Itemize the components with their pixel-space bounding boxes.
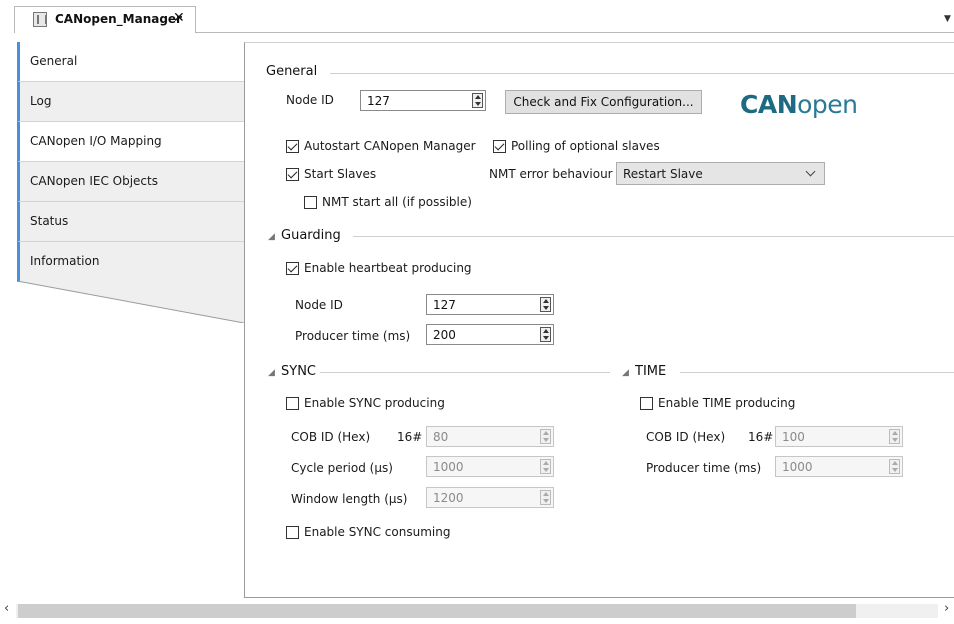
cycle-period-stepper[interactable]: 1000 [426, 456, 554, 477]
document-tab[interactable]: CANopen_Manager ✕ [14, 6, 196, 33]
enable-heartbeat-label: Enable heartbeat producing [304, 261, 472, 275]
autostart-checkbox[interactable] [286, 140, 299, 153]
nmt-start-all-label: NMT start all (if possible) [322, 195, 472, 209]
time-producer-time-value: 1000 [782, 460, 813, 474]
tab-information[interactable]: Information [17, 242, 244, 282]
time-cob-id-stepper[interactable]: 100 [775, 426, 903, 447]
time-cob-id-label: COB ID (Hex) [646, 430, 726, 444]
section-divider [330, 73, 954, 74]
stepper-arrows-icon[interactable] [540, 327, 551, 342]
tab-label: Log [30, 94, 52, 108]
collapse-triangle-icon[interactable]: ◢ [268, 232, 275, 242]
node-id-label: Node ID [286, 93, 334, 107]
tab-log[interactable]: Log [17, 82, 244, 122]
window-length-label: Window length (µs) [291, 492, 408, 506]
horizontal-scrollbar[interactable]: ‹ › [0, 598, 954, 624]
tab-strip-divider [196, 32, 954, 33]
node-id-stepper[interactable]: 127 [360, 90, 486, 111]
window-length-value: 1200 [433, 491, 464, 505]
guarding-section-title: Guarding [281, 228, 341, 243]
tab-general[interactable]: General [17, 42, 244, 82]
enable-sync-consuming-checkbox[interactable] [286, 526, 299, 539]
scrollbar-thumb[interactable] [18, 604, 856, 618]
tab-label: Information [30, 254, 100, 268]
document-tab-strip: CANopen_Manager ✕ ▼ [0, 0, 954, 40]
tab-overflow-chevron-down-icon[interactable]: ▼ [944, 14, 951, 24]
stepper-arrows-icon[interactable] [889, 429, 900, 444]
tab-canopen-io-mapping[interactable]: CANopen I/O Mapping [17, 122, 244, 162]
enable-sync-producing-checkbox[interactable] [286, 397, 299, 410]
tab-label: CANopen IEC Objects [30, 174, 158, 188]
content-panel [244, 42, 954, 598]
stepper-arrows-icon[interactable] [540, 297, 551, 312]
guarding-node-id-stepper[interactable]: 127 [426, 294, 554, 315]
sync-section-title: SYNC [281, 364, 316, 379]
check-fix-configuration-button[interactable]: Check and Fix Configuration... [505, 90, 702, 114]
close-icon[interactable]: ✕ [173, 10, 185, 26]
sync-cob-id-value: 80 [433, 430, 449, 444]
stepper-arrows-icon[interactable] [889, 459, 900, 474]
enable-time-producing-checkbox[interactable] [640, 397, 653, 410]
sync-cob-id-stepper[interactable]: 80 [426, 426, 554, 447]
time-producer-time-stepper[interactable]: 1000 [775, 456, 903, 477]
scroll-right-icon[interactable]: › [944, 601, 949, 616]
producer-time-value: 200 [433, 328, 456, 342]
tab-canopen-iec-objects[interactable]: CANopen IEC Objects [17, 162, 244, 202]
stepper-arrows-icon[interactable] [540, 490, 551, 505]
nmt-error-behaviour-label: NMT error behaviour [489, 167, 613, 181]
stepper-arrows-icon[interactable] [540, 429, 551, 444]
sync-cob-id-prefix: 16# [397, 430, 423, 444]
nmt-error-behaviour-value: Restart Slave [623, 167, 703, 181]
node-id-value: 127 [367, 94, 390, 108]
enable-sync-consuming-label: Enable SYNC consuming [304, 525, 451, 539]
tab-list-end-shape [17, 281, 244, 323]
canopen-logo: CANopen [740, 90, 858, 119]
section-divider [353, 236, 954, 237]
tab-status[interactable]: Status [17, 202, 244, 242]
section-divider [680, 372, 954, 373]
time-producer-time-label: Producer time (ms) [646, 461, 762, 475]
window-length-stepper[interactable]: 1200 [426, 487, 554, 508]
guarding-node-id-value: 127 [433, 298, 456, 312]
enable-heartbeat-checkbox[interactable] [286, 262, 299, 275]
collapse-triangle-icon[interactable]: ◢ [268, 368, 275, 378]
stepper-arrows-icon[interactable] [472, 93, 483, 108]
device-icon [33, 12, 47, 27]
section-divider [320, 372, 610, 373]
sync-cob-id-label: COB ID (Hex) [291, 430, 371, 444]
autostart-label: Autostart CANopen Manager [304, 139, 476, 153]
time-cob-id-prefix: 16# [748, 430, 774, 444]
tab-label: CANopen I/O Mapping [30, 134, 162, 148]
cycle-period-label: Cycle period (µs) [291, 461, 393, 475]
producer-time-stepper[interactable]: 200 [426, 324, 554, 345]
document-tab-title: CANopen_Manager [55, 12, 182, 26]
tab-label: General [30, 54, 78, 68]
cycle-period-value: 1000 [433, 460, 464, 474]
producer-time-label: Producer time (ms) [295, 329, 411, 343]
polling-optional-slaves-label: Polling of optional slaves [511, 139, 660, 153]
scroll-left-icon[interactable]: ‹ [4, 601, 9, 616]
collapse-triangle-icon[interactable]: ◢ [622, 368, 629, 378]
polling-optional-slaves-checkbox[interactable] [493, 140, 506, 153]
time-section-title: TIME [635, 364, 667, 379]
general-section-title: General [266, 64, 318, 79]
time-cob-id-value: 100 [782, 430, 805, 444]
start-slaves-checkbox[interactable] [286, 168, 299, 181]
start-slaves-label: Start Slaves [304, 167, 377, 181]
guarding-node-id-label: Node ID [295, 298, 343, 312]
nmt-error-behaviour-select[interactable]: Restart Slave [616, 162, 825, 185]
tab-label: Status [30, 214, 69, 228]
nmt-start-all-checkbox[interactable] [304, 196, 317, 209]
stepper-arrows-icon[interactable] [540, 459, 551, 474]
enable-time-producing-label: Enable TIME producing [658, 396, 796, 410]
enable-sync-producing-label: Enable SYNC producing [304, 396, 445, 410]
chevron-down-icon [805, 166, 816, 177]
